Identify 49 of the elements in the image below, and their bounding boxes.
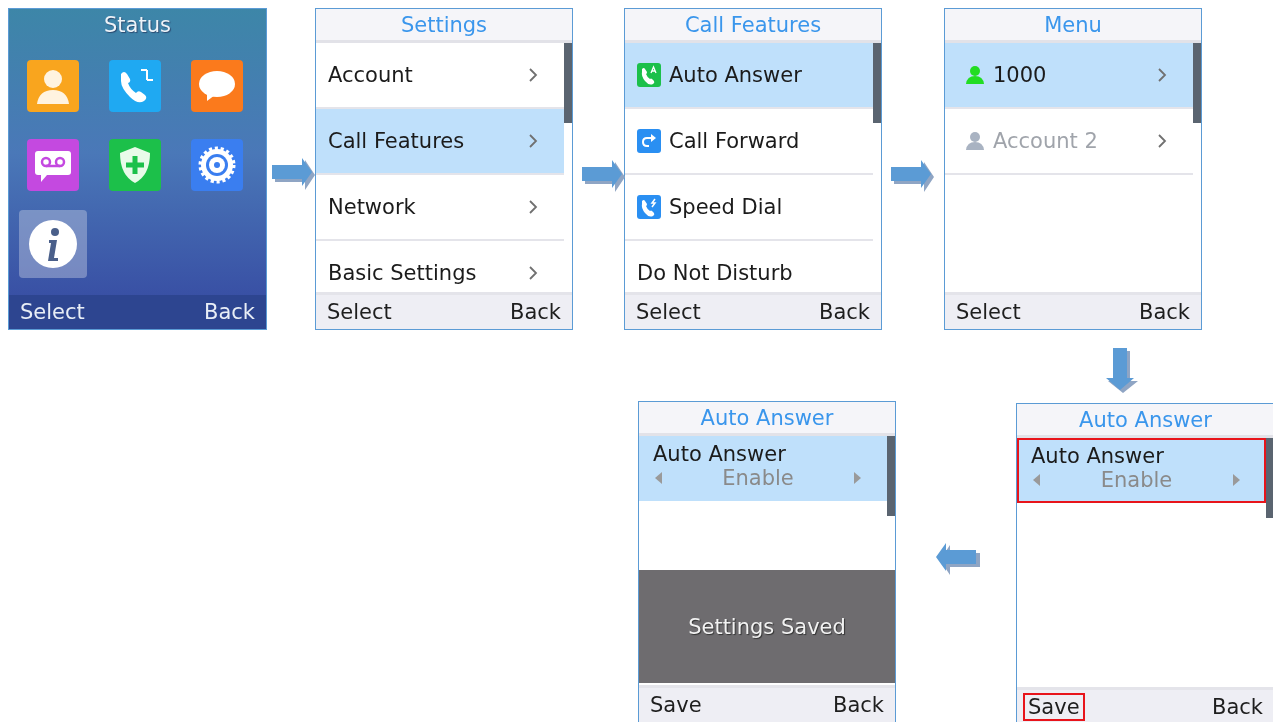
screen-title: Settings [316, 9, 572, 43]
message-icon [191, 59, 243, 112]
selected-tile[interactable] [19, 209, 87, 278]
softkey-button[interactable]: Save [645, 691, 707, 719]
menu-item[interactable]: 1000 [945, 43, 1193, 109]
chevron-icon [1157, 67, 1167, 83]
screen-title: Auto Answer [1017, 404, 1273, 438]
softkey-button[interactable]: Select [951, 298, 1026, 326]
voicemail-icon [27, 138, 79, 191]
menu-item[interactable]: Auto Answer [625, 43, 873, 109]
softkey-button[interactable]: Back [828, 691, 889, 719]
chevron-icon [528, 133, 538, 149]
menu-item[interactable]: Call Features [316, 109, 564, 175]
flow-arrow [891, 160, 935, 194]
flow-arrow [936, 543, 982, 577]
flow-arrow [1106, 348, 1140, 396]
phone-icon [637, 63, 661, 87]
softkey-button[interactable]: Select [322, 298, 397, 326]
phone-icon [637, 195, 661, 219]
phone-icon [109, 59, 161, 112]
chevron-icon [528, 67, 538, 83]
screen-title: Call Features [625, 9, 881, 43]
left-arrow-icon [1033, 474, 1041, 486]
setting-row[interactable]: Auto Answer Enable [639, 436, 887, 501]
left-arrow-icon [655, 472, 663, 484]
softkey-button[interactable]: Save [1023, 693, 1085, 721]
shield-icon [109, 138, 161, 191]
info-icon [27, 217, 79, 270]
softkey-button[interactable]: Back [1134, 298, 1195, 326]
screen-title: Auto Answer [639, 402, 895, 436]
right-arrow-icon [1232, 474, 1240, 486]
softkey-button[interactable]: Back [1207, 693, 1268, 721]
toast-message: Settings Saved [639, 570, 895, 683]
screen-title: Menu [945, 9, 1201, 43]
chevron-icon [528, 199, 538, 215]
softkey-button[interactable]: Back [814, 298, 875, 326]
softkey-button[interactable]: Back [505, 298, 566, 326]
right-arrow-icon [853, 472, 861, 484]
screen-title: Status [103, 11, 172, 39]
chevron-icon [1157, 133, 1167, 149]
setting-row[interactable]: Auto Answer Enable [1017, 438, 1266, 503]
setting-value: Enable [722, 466, 794, 490]
softkey-button[interactable]: Select [631, 298, 706, 326]
settings-icon [191, 138, 243, 191]
setting-value: Enable [1100, 468, 1173, 492]
person-icon [27, 59, 79, 112]
chevron-icon [528, 265, 538, 281]
softkey-button[interactable]: Select [15, 298, 90, 326]
softkey-button[interactable]: Back [199, 298, 260, 326]
